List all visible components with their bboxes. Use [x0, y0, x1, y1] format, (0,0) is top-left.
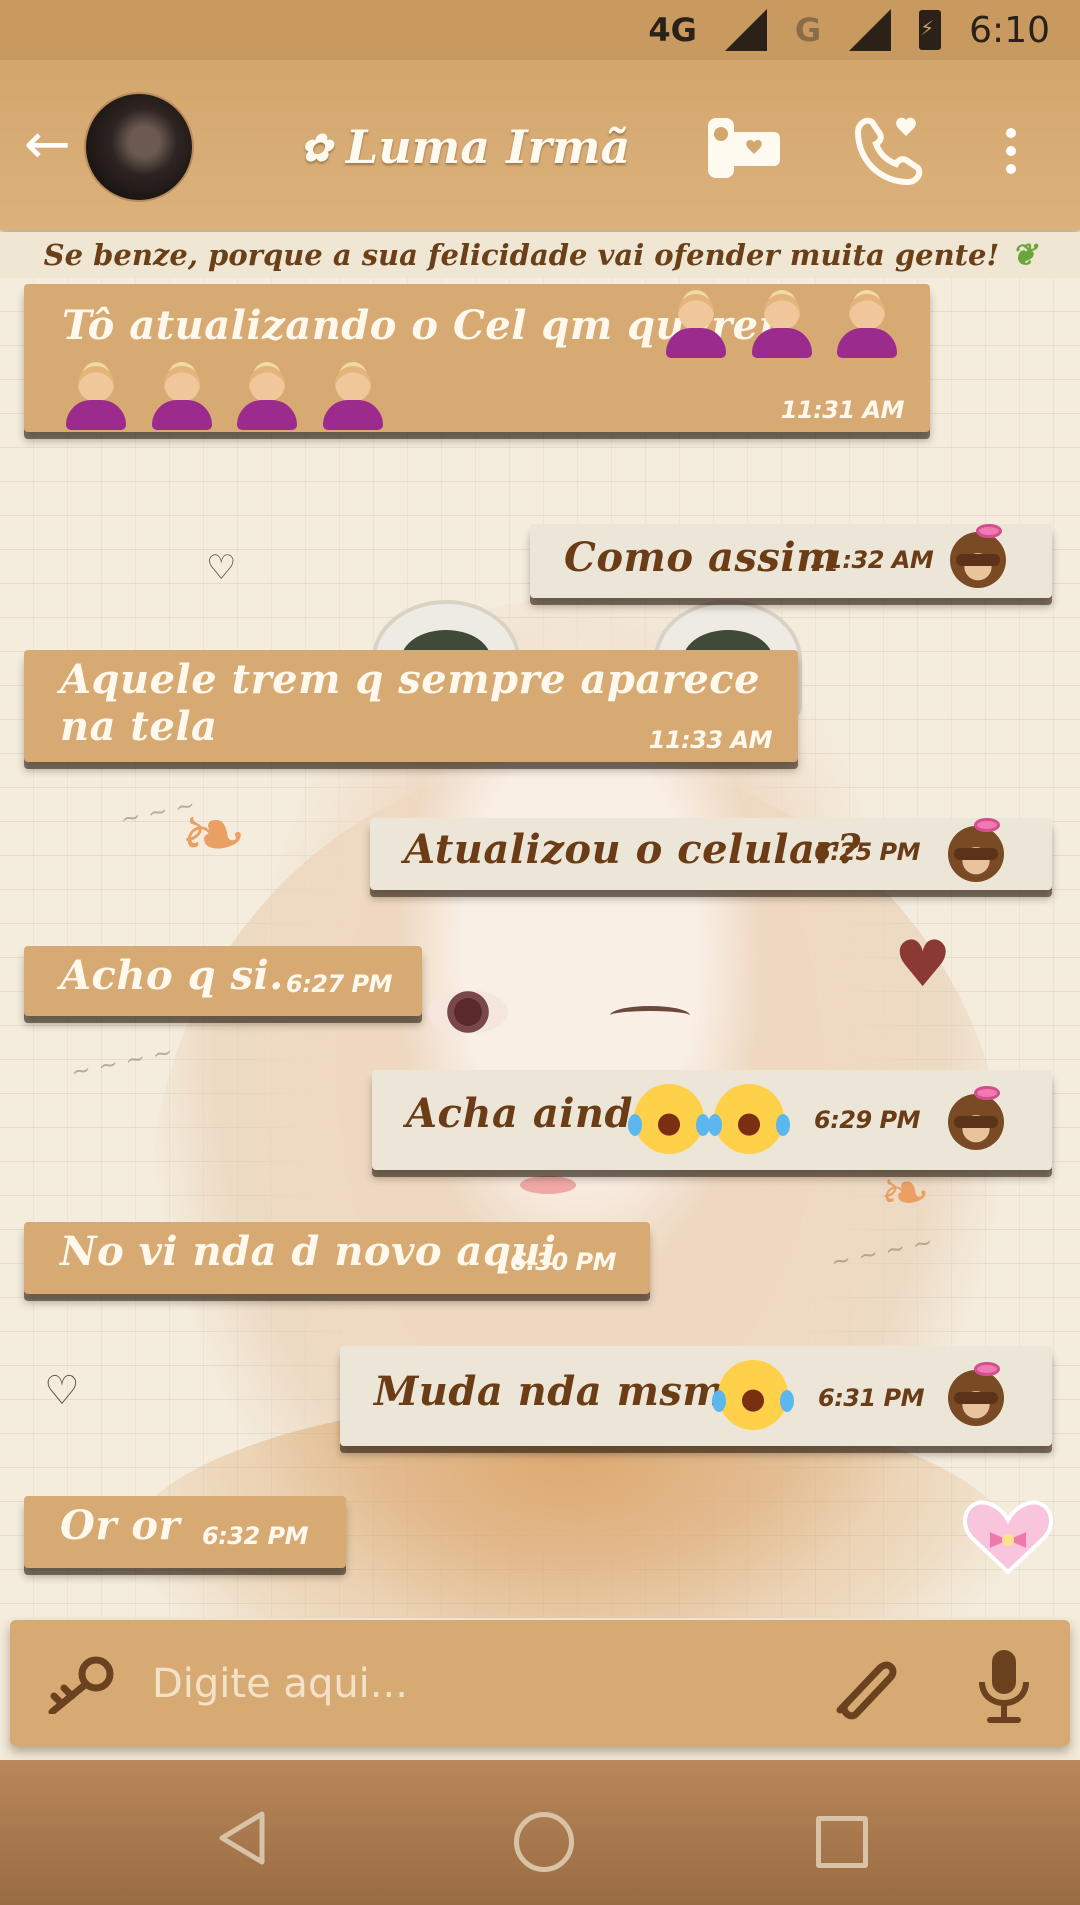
status-bar: 4G G 6:10 [0, 0, 1080, 60]
message-bubble-incoming[interactable]: Aquele trem q sempre aparece na tela 11:… [24, 650, 798, 762]
monkey-icon [948, 818, 1004, 882]
message-time: 6:29 PM [814, 1106, 921, 1134]
facepalm-icon [321, 366, 385, 432]
nav-home-icon[interactable] [514, 1812, 574, 1872]
leaf-icon: ❦ [1011, 237, 1037, 273]
message-time: 6:25 PM [814, 838, 921, 866]
facepalm-icon [64, 366, 128, 432]
facepalm-icon [235, 366, 299, 432]
nav-recent-icon[interactable] [816, 1816, 868, 1868]
banner-text: Se benze, porque a sua felicidade vai of… [43, 238, 1000, 272]
wallpaper-scribble: ~ ~ ~ ~ [68, 1037, 176, 1087]
message-bubble-outgoing[interactable]: Como assim 11:32 AM [530, 524, 1052, 598]
message-bubble-incoming[interactable]: Acho q si. 6:27 PM [24, 946, 422, 1016]
system-nav-bar [0, 1760, 1080, 1905]
wallpaper-heart-icon: ♡ [206, 548, 237, 588]
secondary-signal-icon [849, 9, 892, 51]
pink-heart-icon[interactable] [962, 1498, 1054, 1576]
message-time: 6:32 PM [202, 1522, 309, 1550]
message-input[interactable] [150, 1648, 814, 1720]
flower-icon: ✿ [300, 124, 332, 170]
message-bubble-outgoing[interactable]: Acha ainda 6:29 PM [372, 1070, 1052, 1170]
nav-back-icon[interactable] [216, 1810, 268, 1866]
message-text: Muda nda msm n [374, 1368, 770, 1415]
message-time: 6:27 PM [286, 970, 393, 998]
message-time: 6:30 PM [510, 1248, 617, 1276]
message-text: Como assim [564, 534, 839, 581]
battery-charging-icon [919, 10, 942, 50]
contact-avatar[interactable] [84, 92, 194, 202]
wallpaper-lips [520, 1176, 576, 1194]
attach-icon[interactable] [826, 1650, 900, 1720]
chat-header: ← ✿ Luma Irmã [0, 60, 1080, 230]
secondary-network-label: G [794, 11, 822, 49]
back-arrow-icon[interactable]: ← [24, 117, 78, 173]
chat-area[interactable]: ❧ ❧ ♥ ♡ ♡ ~ ~ ~ ~ ~ ~ ~ ~ ~ ~ ~ Tô atual… [0, 278, 1080, 1618]
facepalm-icon [835, 294, 899, 360]
monkey-icon [950, 524, 1006, 588]
key-icon[interactable] [44, 1654, 116, 1714]
facepalm-icon [750, 294, 814, 360]
message-text: No vi nda d novo aqui [60, 1228, 557, 1275]
message-time: 11:32 AM [810, 546, 934, 574]
facepalm-emoji-group [664, 294, 899, 360]
phone-heart-icon[interactable] [848, 110, 924, 186]
message-bubble-incoming[interactable]: No vi nda d novo aqui 6:30 PM [24, 1222, 650, 1294]
message-composer [10, 1620, 1070, 1746]
status-banner: Se benze, porque a sua felicidade vai of… [0, 232, 1080, 278]
message-bubble-incoming[interactable]: Tô atualizando o Cel qm querer 11:31 AM [24, 284, 930, 432]
contact-name-header[interactable]: ✿ Luma Irmã [300, 112, 630, 182]
wallpaper-heart-icon: ♡ [44, 1368, 80, 1414]
message-text: Acho q si. [60, 952, 284, 999]
wallpaper-eye [428, 990, 508, 1034]
facepalm-icon [150, 366, 214, 432]
wallpaper-winking-eye [610, 1006, 690, 1025]
mic-icon[interactable] [976, 1648, 1032, 1724]
network-type-label: 4G [648, 11, 697, 49]
message-text: Acha ainda [406, 1090, 660, 1137]
message-time: 6:31 PM [818, 1384, 925, 1412]
signal-strength-icon [724, 9, 767, 51]
facepalm-icon [664, 294, 728, 360]
clock: 6:10 [969, 9, 1050, 51]
message-text: Or or [60, 1502, 181, 1549]
contact-name: Luma Irmã [345, 120, 631, 174]
monkey-icon [948, 1086, 1004, 1150]
monkey-icon [948, 1362, 1004, 1426]
wallpaper-heart-icon: ♥ [894, 928, 952, 1002]
laughing-tears-icon [628, 1084, 704, 1154]
message-time: 11:33 AM [648, 726, 773, 754]
laughing-tears-icon [708, 1084, 784, 1154]
facepalm-emoji-group [64, 366, 385, 432]
message-text: Atualizou o celular? [404, 826, 861, 873]
more-options-icon[interactable] [996, 122, 1026, 178]
message-bubble-incoming[interactable]: Or or 6:32 PM [24, 1496, 346, 1568]
video-call-icon[interactable] [706, 112, 782, 184]
message-bubble-outgoing[interactable]: Atualizou o celular? 6:25 PM [370, 818, 1052, 890]
message-time: 11:31 AM [780, 396, 905, 424]
message-bubble-outgoing[interactable]: Muda nda msm n 6:31 PM [340, 1346, 1052, 1446]
laughing-tears-icon [712, 1360, 788, 1430]
